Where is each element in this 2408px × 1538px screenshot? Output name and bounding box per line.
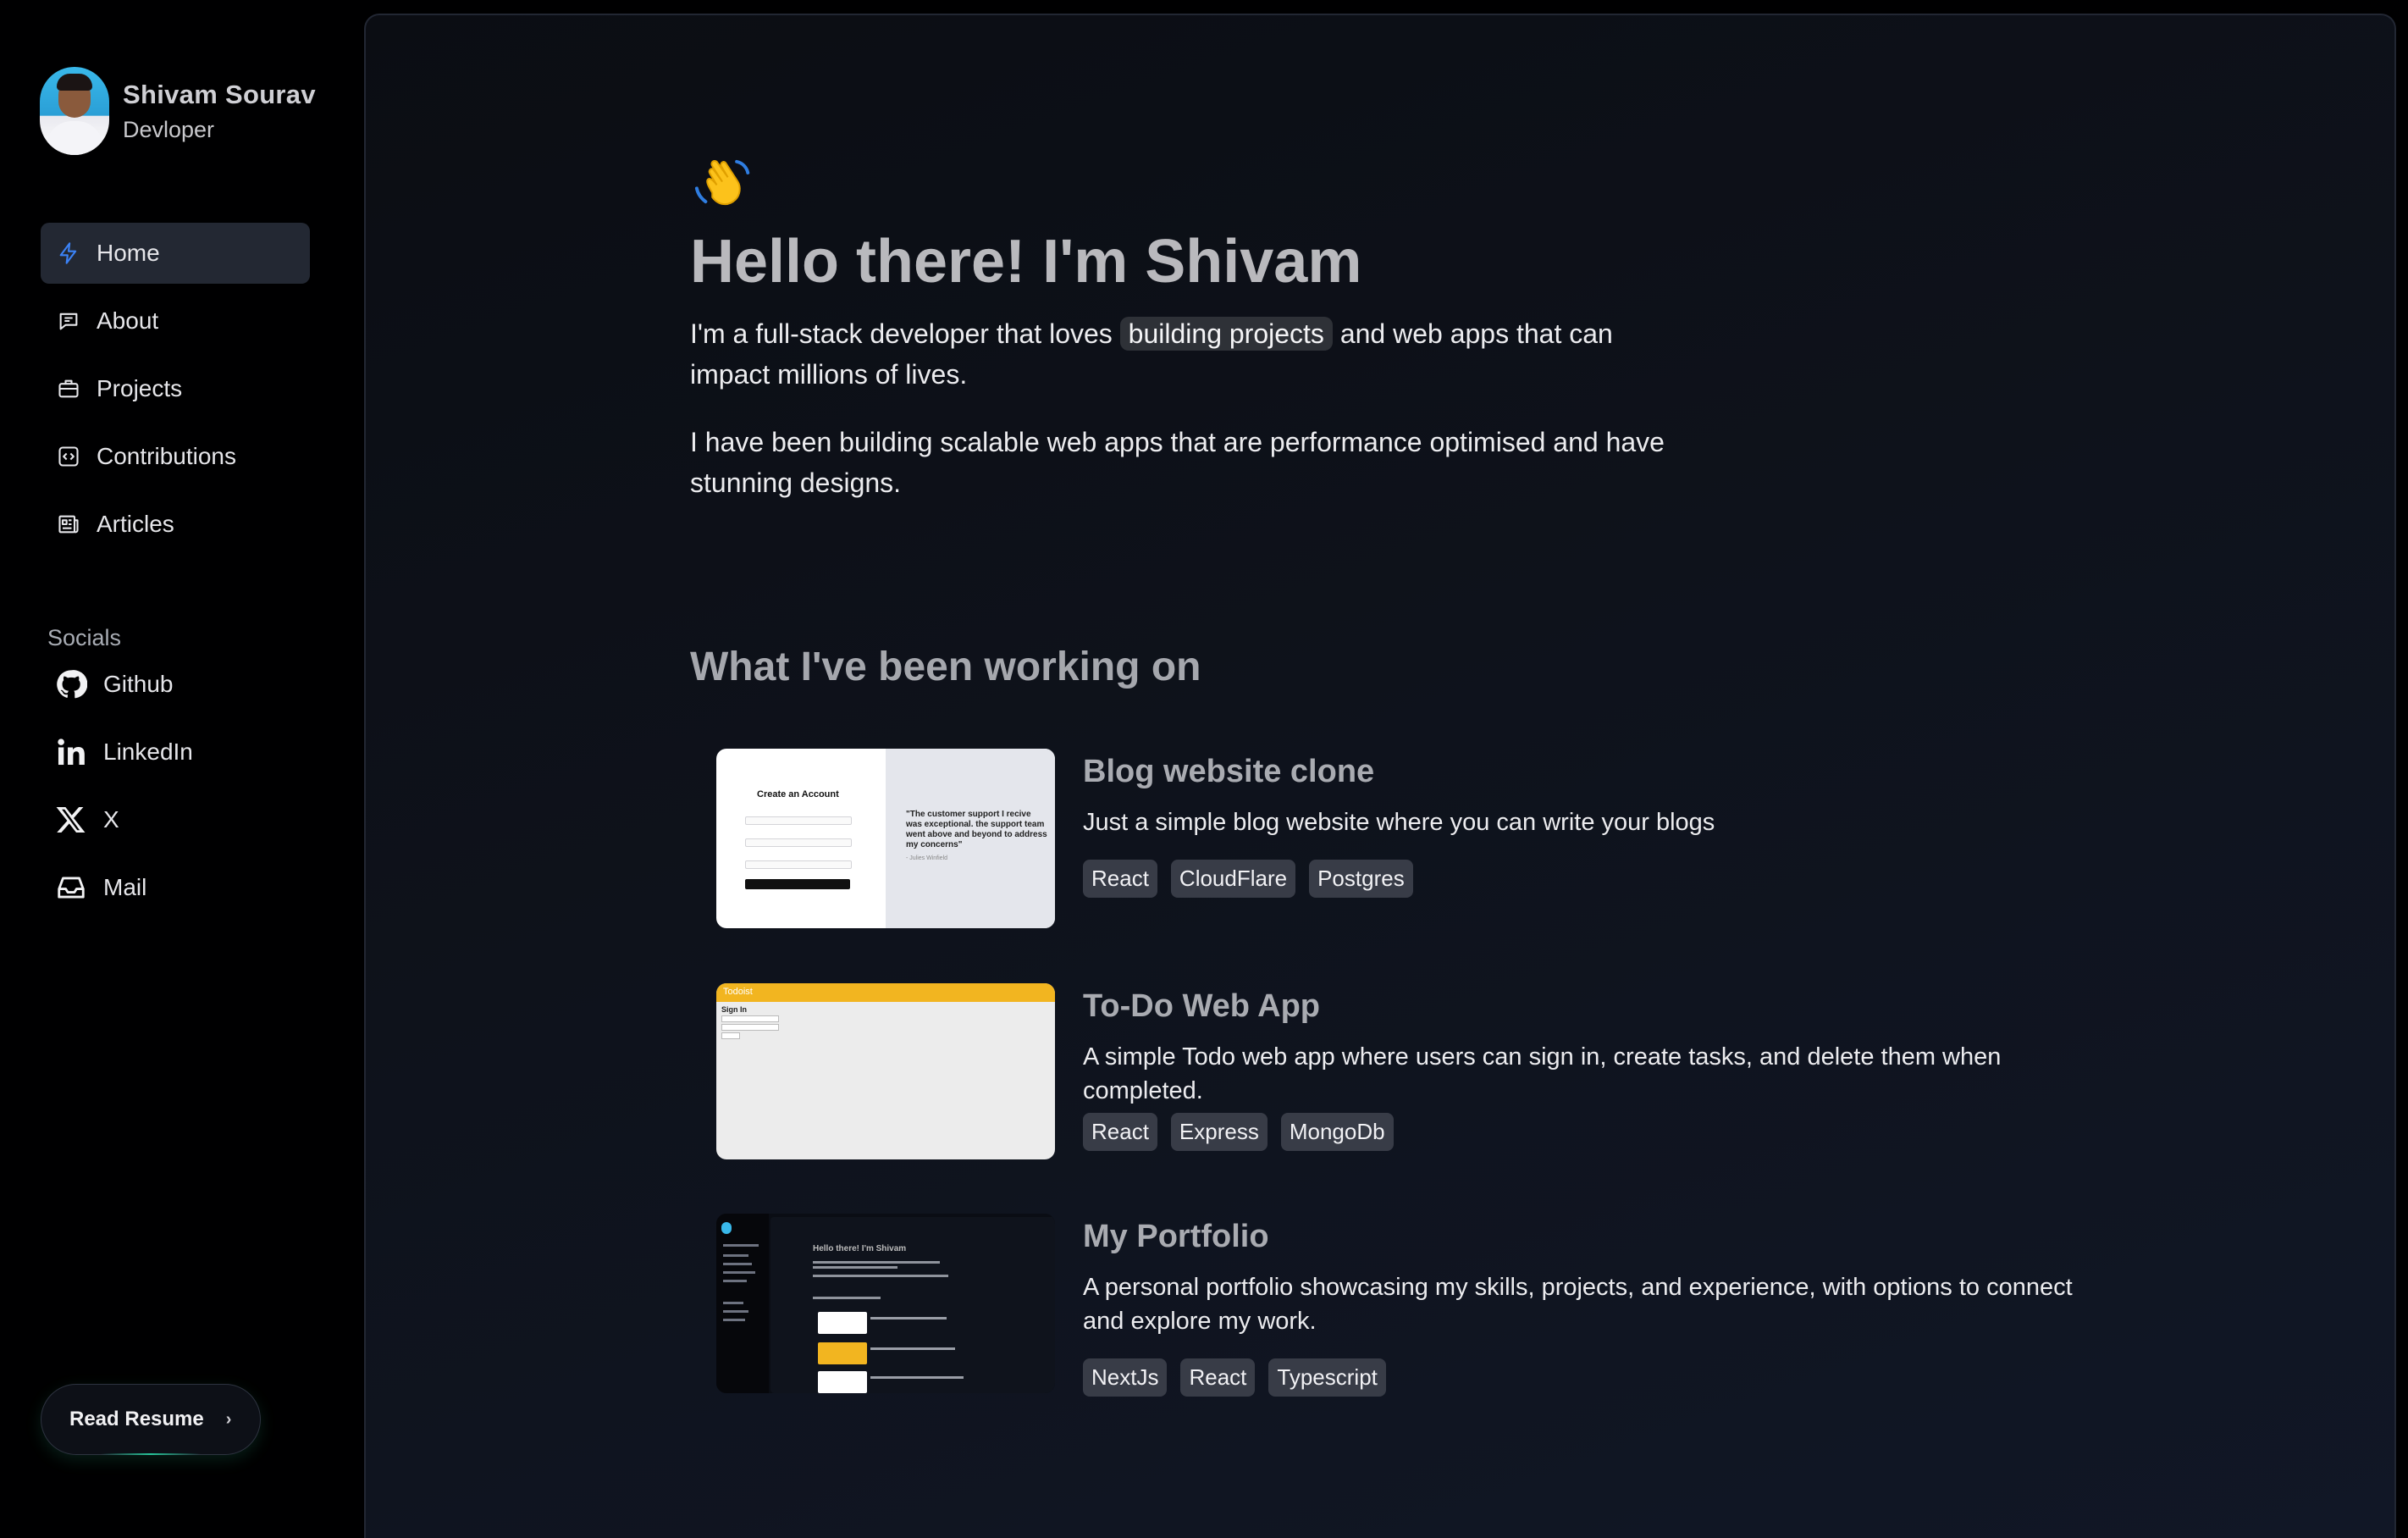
project-thumbnail[interactable]: Hello there! I'm Shivam	[716, 1214, 1055, 1393]
highlight-building-projects: building projects	[1119, 317, 1333, 351]
social-label: LinkedIn	[103, 739, 193, 765]
tech-tag: Typescript	[1268, 1358, 1386, 1397]
nav-item-articles[interactable]: Articles	[41, 494, 310, 555]
project-card[interactable]: Create an Account "The customer support …	[716, 749, 2113, 935]
nav-label: Contributions	[97, 443, 236, 469]
nav-label: Home	[97, 240, 160, 266]
profile-name: Shivam Sourav	[123, 79, 316, 109]
tech-tag: Postgres	[1309, 860, 1413, 898]
project-description: A personal portfolio showcasing my skill…	[1083, 1274, 2073, 1335]
socials-heading: Socials	[47, 625, 122, 650]
nav-item-contributions[interactable]: Contributions	[41, 426, 310, 487]
sidebar: Shivam Sourav Devloper Home About Projec…	[0, 0, 364, 1524]
main-nav: Home About Projects Contributions Articl…	[41, 223, 310, 562]
tech-tag: MongoDb	[1280, 1113, 1394, 1151]
tech-tag: React	[1083, 860, 1157, 898]
project-description: A simple Todo web app where users can si…	[1083, 1043, 2002, 1104]
section-title-working-on: What I've been working on	[690, 645, 1201, 689]
lightning-icon	[56, 241, 81, 266]
social-label: X	[103, 806, 119, 833]
thumb-author: - Julies Winfield	[906, 855, 948, 861]
main-panel: Hello there! I'm Shivam I'm a full-stack…	[364, 14, 2396, 1538]
nav-item-home[interactable]: Home	[41, 223, 310, 284]
social-link-x[interactable]: X	[41, 789, 310, 850]
github-icon	[54, 667, 88, 701]
project-title[interactable]: To-Do Web App	[1083, 988, 2099, 1025]
inbox-icon	[54, 871, 88, 905]
social-link-mail[interactable]: Mail	[41, 857, 310, 918]
nav-item-about[interactable]: About	[41, 290, 310, 351]
social-label: Mail	[103, 874, 147, 900]
tech-tag: React	[1083, 1113, 1157, 1151]
tag-list: React CloudFlare Postgres	[1083, 860, 2099, 898]
project-card[interactable]: Todoist Sign In To-Do Web App A simple T…	[716, 983, 2113, 1170]
tag-list: NextJs React Typescript	[1083, 1358, 2099, 1397]
nav-label: Articles	[97, 511, 174, 537]
page-title: Hello there! I'm Shivam	[690, 228, 1362, 296]
intro-paragraph: I'm a full-stack developer that loves bu…	[690, 313, 1689, 395]
tag-list: React Express MongoDb	[1083, 1113, 2099, 1151]
intro-paragraph-2: I have been building scalable web apps t…	[690, 427, 1665, 498]
avatar	[40, 67, 109, 155]
profile: Shivam Sourav Devloper	[40, 67, 316, 155]
chevron-right-icon: ›	[225, 1409, 232, 1429]
project-description: Just a simple blog website where you can…	[1083, 809, 1715, 836]
social-label: Github	[103, 671, 174, 697]
project-thumbnail[interactable]: Todoist Sign In	[716, 983, 1055, 1159]
nav-label: About	[97, 307, 159, 334]
tech-tag: React	[1180, 1358, 1256, 1397]
thumb-heading: Sign In	[721, 1005, 747, 1014]
briefcase-icon	[56, 376, 81, 401]
social-link-linkedin[interactable]: LinkedIn	[41, 722, 310, 783]
social-link-github[interactable]: Github	[41, 654, 310, 715]
nav-label: Projects	[97, 375, 183, 401]
waving-hand-icon	[690, 155, 761, 236]
read-resume-label: Read Resume	[69, 1408, 204, 1430]
code-square-icon	[56, 444, 81, 469]
project-card[interactable]: Hello there! I'm Shivam My Portfolio A p…	[716, 1214, 2113, 1400]
thumb-quote: "The customer support I recive was excep…	[906, 810, 1047, 849]
linkedin-icon	[54, 735, 88, 769]
chat-bubble-icon	[56, 308, 81, 334]
nav-item-projects[interactable]: Projects	[41, 358, 310, 419]
project-title[interactable]: Blog website clone	[1083, 754, 2099, 790]
thumb-brand: Todoist	[723, 987, 753, 997]
x-icon	[54, 803, 88, 837]
socials-list: Github LinkedIn X Mail	[41, 654, 310, 925]
intro-text: I'm a full-stack developer that loves	[690, 318, 1113, 349]
project-title[interactable]: My Portfolio	[1083, 1219, 2099, 1255]
thumb-heading: Hello there! I'm Shivam	[813, 1244, 907, 1253]
read-resume-button[interactable]: Read Resume ›	[41, 1384, 261, 1455]
newspaper-icon	[56, 512, 81, 537]
tech-tag: Express	[1170, 1113, 1268, 1151]
tech-tag: CloudFlare	[1170, 860, 1296, 898]
thumb-form-title: Create an Account	[757, 789, 839, 799]
profile-role: Devloper	[123, 116, 215, 142]
project-thumbnail[interactable]: Create an Account "The customer support …	[716, 749, 1055, 928]
tech-tag: NextJs	[1083, 1358, 1168, 1397]
